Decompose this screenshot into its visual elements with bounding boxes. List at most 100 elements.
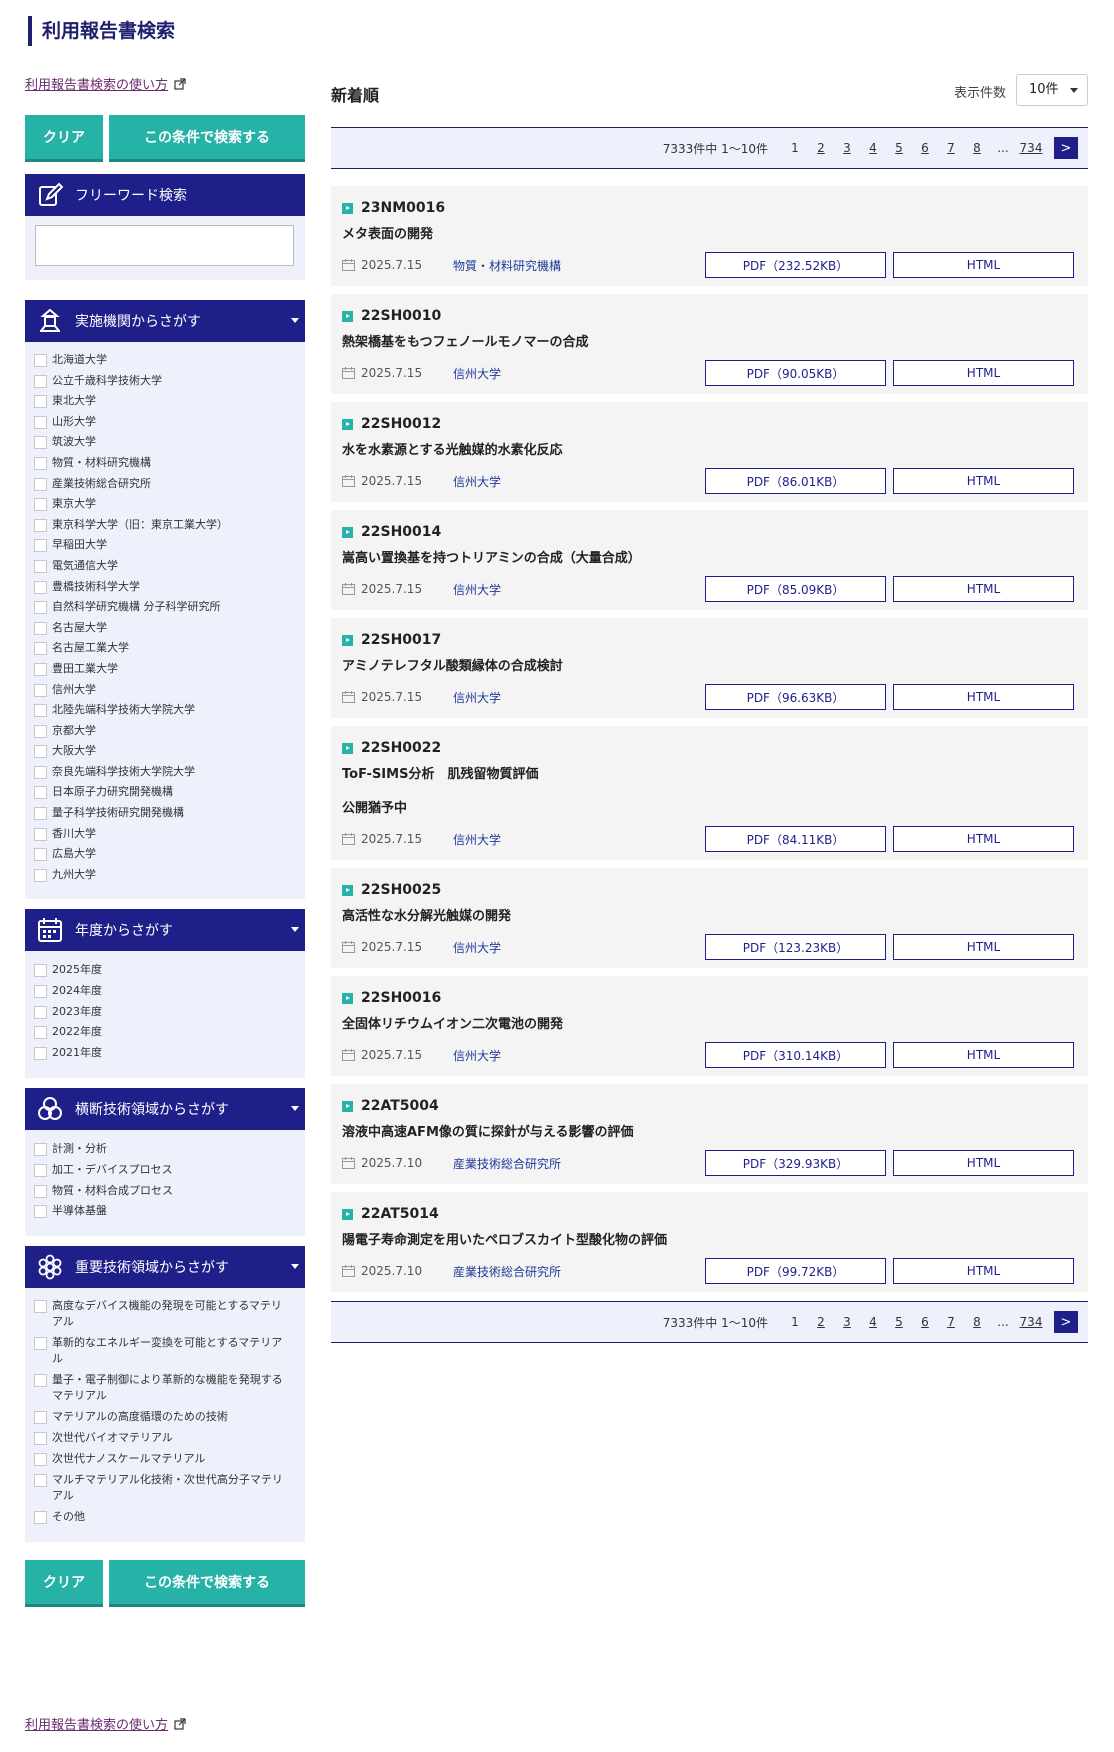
report-institution-link[interactable]: 信州大学 (453, 1047, 698, 1064)
checkbox[interactable] (34, 827, 47, 841)
filter-checkbox-item[interactable]: 名古屋工業大学 (34, 640, 305, 656)
report-institution-link[interactable]: 信州大学 (453, 939, 698, 956)
report-title[interactable]: 全固体リチウムイオン二次電池の開発 (342, 1016, 1074, 1033)
filter-checkbox-item[interactable]: 北海道大学 (34, 352, 305, 368)
html-view-button[interactable]: HTML (893, 576, 1074, 602)
report-institution-link[interactable]: 信州大学 (453, 581, 698, 598)
filter-checkbox-item[interactable]: 次世代バイオマテリアル (34, 1430, 305, 1446)
checkbox[interactable] (34, 498, 47, 512)
checkbox[interactable] (34, 539, 47, 553)
checkbox[interactable] (34, 1046, 47, 1060)
page-link[interactable]: 2 (808, 141, 834, 155)
checkbox[interactable] (34, 724, 47, 738)
page-link-last[interactable]: 734 (1016, 1315, 1046, 1329)
free-word-input[interactable] (35, 225, 294, 266)
report-institution-link[interactable]: 産業技術総合研究所 (453, 1155, 698, 1172)
filter-checkbox-item[interactable]: 2023年度 (34, 1004, 305, 1020)
clear-button[interactable]: クリア (25, 1559, 103, 1607)
report-institution-link[interactable]: 物質・材料研究機構 (453, 257, 698, 274)
filter-checkbox-item[interactable]: マテリアルの高度循環のための技術 (34, 1409, 305, 1425)
report-title[interactable]: 熱架橋基をもつフェノールモノマーの合成 (342, 334, 1074, 351)
pdf-download-button[interactable]: PDF（84.11KB） (705, 826, 886, 852)
page-link[interactable]: 3 (834, 1315, 860, 1329)
report-title[interactable]: 溶液中高速AFM像の質に探針が与える影響の評価 (342, 1124, 1074, 1141)
report-id[interactable]: 22SH0025 (361, 882, 441, 898)
filter-checkbox-item[interactable]: 物質・材料合成プロセス (34, 1183, 305, 1199)
report-id[interactable]: 22SH0012 (361, 416, 441, 432)
pdf-download-button[interactable]: PDF（90.05KB） (705, 360, 886, 386)
checkbox[interactable] (34, 354, 47, 367)
checkbox[interactable] (34, 374, 47, 388)
filter-checkbox-item[interactable]: 筑波大学 (34, 434, 305, 450)
checkbox[interactable] (34, 601, 47, 615)
filter-checkbox-item[interactable]: マルチマテリアル化技術・次世代高分子マテリアル (34, 1472, 305, 1504)
pdf-download-button[interactable]: PDF（329.93KB） (705, 1150, 886, 1176)
checkbox[interactable] (34, 985, 47, 999)
pdf-download-button[interactable]: PDF（232.52KB） (705, 252, 886, 278)
html-view-button[interactable]: HTML (893, 826, 1074, 852)
filter-checkbox-item[interactable]: 香川大学 (34, 826, 305, 842)
report-title[interactable]: アミノテレフタル酸類縁体の合成検討 (342, 658, 1074, 675)
checkbox[interactable] (34, 964, 47, 978)
page-link[interactable]: 6 (912, 141, 938, 155)
html-view-button[interactable]: HTML (893, 252, 1074, 278)
checkbox[interactable] (34, 1510, 47, 1524)
cross-field-header[interactable]: 横断技術領域からさがす (25, 1088, 305, 1131)
checkbox[interactable] (34, 786, 47, 800)
report-title[interactable]: 高活性な水分解光触媒の開発 (342, 908, 1074, 925)
page-link[interactable]: 4 (860, 1315, 886, 1329)
filter-checkbox-item[interactable]: 信州大学 (34, 682, 305, 698)
checkbox[interactable] (34, 642, 47, 656)
howto-link[interactable]: 利用報告書検索の使い方 (25, 74, 186, 93)
report-id[interactable]: 23NM0016 (361, 200, 445, 216)
page-link[interactable]: 6 (912, 1315, 938, 1329)
report-id[interactable]: 22SH0010 (361, 308, 441, 324)
checkbox[interactable] (34, 745, 47, 759)
filter-checkbox-item[interactable]: 高度なデバイス機能の発現を可能とするマテリアル (34, 1298, 305, 1330)
pdf-download-button[interactable]: PDF（310.14KB） (705, 1042, 886, 1068)
page-link[interactable]: 5 (886, 1315, 912, 1329)
checkbox[interactable] (34, 456, 47, 470)
filter-checkbox-item[interactable]: 京都大学 (34, 723, 305, 739)
pdf-download-button[interactable]: PDF（123.23KB） (705, 934, 886, 960)
checkbox[interactable] (34, 1431, 47, 1445)
filter-checkbox-item[interactable]: 電気通信大学 (34, 558, 305, 574)
checkbox[interactable] (34, 683, 47, 697)
report-title[interactable]: メタ表面の開発 (342, 226, 1074, 243)
html-view-button[interactable]: HTML (893, 1150, 1074, 1176)
filter-checkbox-item[interactable]: 加工・デバイスプロセス (34, 1162, 305, 1178)
howto-link-bottom[interactable]: 利用報告書検索の使い方 (25, 1714, 186, 1733)
pdf-download-button[interactable]: PDF（99.72KB） (705, 1258, 886, 1284)
filter-checkbox-item[interactable]: 奈良先端科学技術大学院大学 (34, 764, 305, 780)
per-page-select[interactable]: 10件 (1016, 74, 1088, 106)
html-view-button[interactable]: HTML (893, 934, 1074, 960)
year-header[interactable]: 年度からさがす (25, 909, 305, 952)
page-link[interactable]: 4 (860, 141, 886, 155)
filter-checkbox-item[interactable]: 九州大学 (34, 867, 305, 883)
filter-checkbox-item[interactable]: 物質・材料研究機構 (34, 455, 305, 471)
checkbox[interactable] (34, 807, 47, 821)
filter-checkbox-item[interactable]: 次世代ナノスケールマテリアル (34, 1451, 305, 1467)
checkbox[interactable] (34, 1410, 47, 1424)
checkbox[interactable] (34, 848, 47, 862)
filter-checkbox-item[interactable]: 豊橋技術科学大学 (34, 579, 305, 595)
next-page-button[interactable]: > (1054, 1311, 1078, 1333)
filter-checkbox-item[interactable]: 公立千歳科学技術大学 (34, 373, 305, 389)
report-institution-link[interactable]: 信州大学 (453, 473, 698, 490)
report-title[interactable]: 水を水素源とする光触媒的水素化反応 (342, 442, 1074, 459)
report-institution-link[interactable]: 信州大学 (453, 831, 698, 848)
clear-button[interactable]: クリア (25, 115, 103, 162)
institution-header[interactable]: 実施機関からさがす (25, 300, 305, 342)
html-view-button[interactable]: HTML (893, 360, 1074, 386)
filter-checkbox-item[interactable]: 早稲田大学 (34, 537, 305, 553)
checkbox[interactable] (34, 415, 47, 429)
report-title[interactable]: 陽電子寿命測定を用いたペロブスカイト型酸化物の評価 (342, 1232, 1074, 1249)
filter-checkbox-item[interactable]: 2024年度 (34, 983, 305, 999)
filter-checkbox-item[interactable]: 2021年度 (34, 1045, 305, 1061)
filter-checkbox-item[interactable]: 東北大学 (34, 393, 305, 409)
report-id[interactable]: 22SH0016 (361, 990, 441, 1006)
report-id[interactable]: 22AT5014 (361, 1206, 439, 1222)
filter-checkbox-item[interactable]: 日本原子力研究開発機構 (34, 784, 305, 800)
checkbox[interactable] (34, 1005, 47, 1019)
filter-checkbox-item[interactable]: 豊田工業大学 (34, 661, 305, 677)
